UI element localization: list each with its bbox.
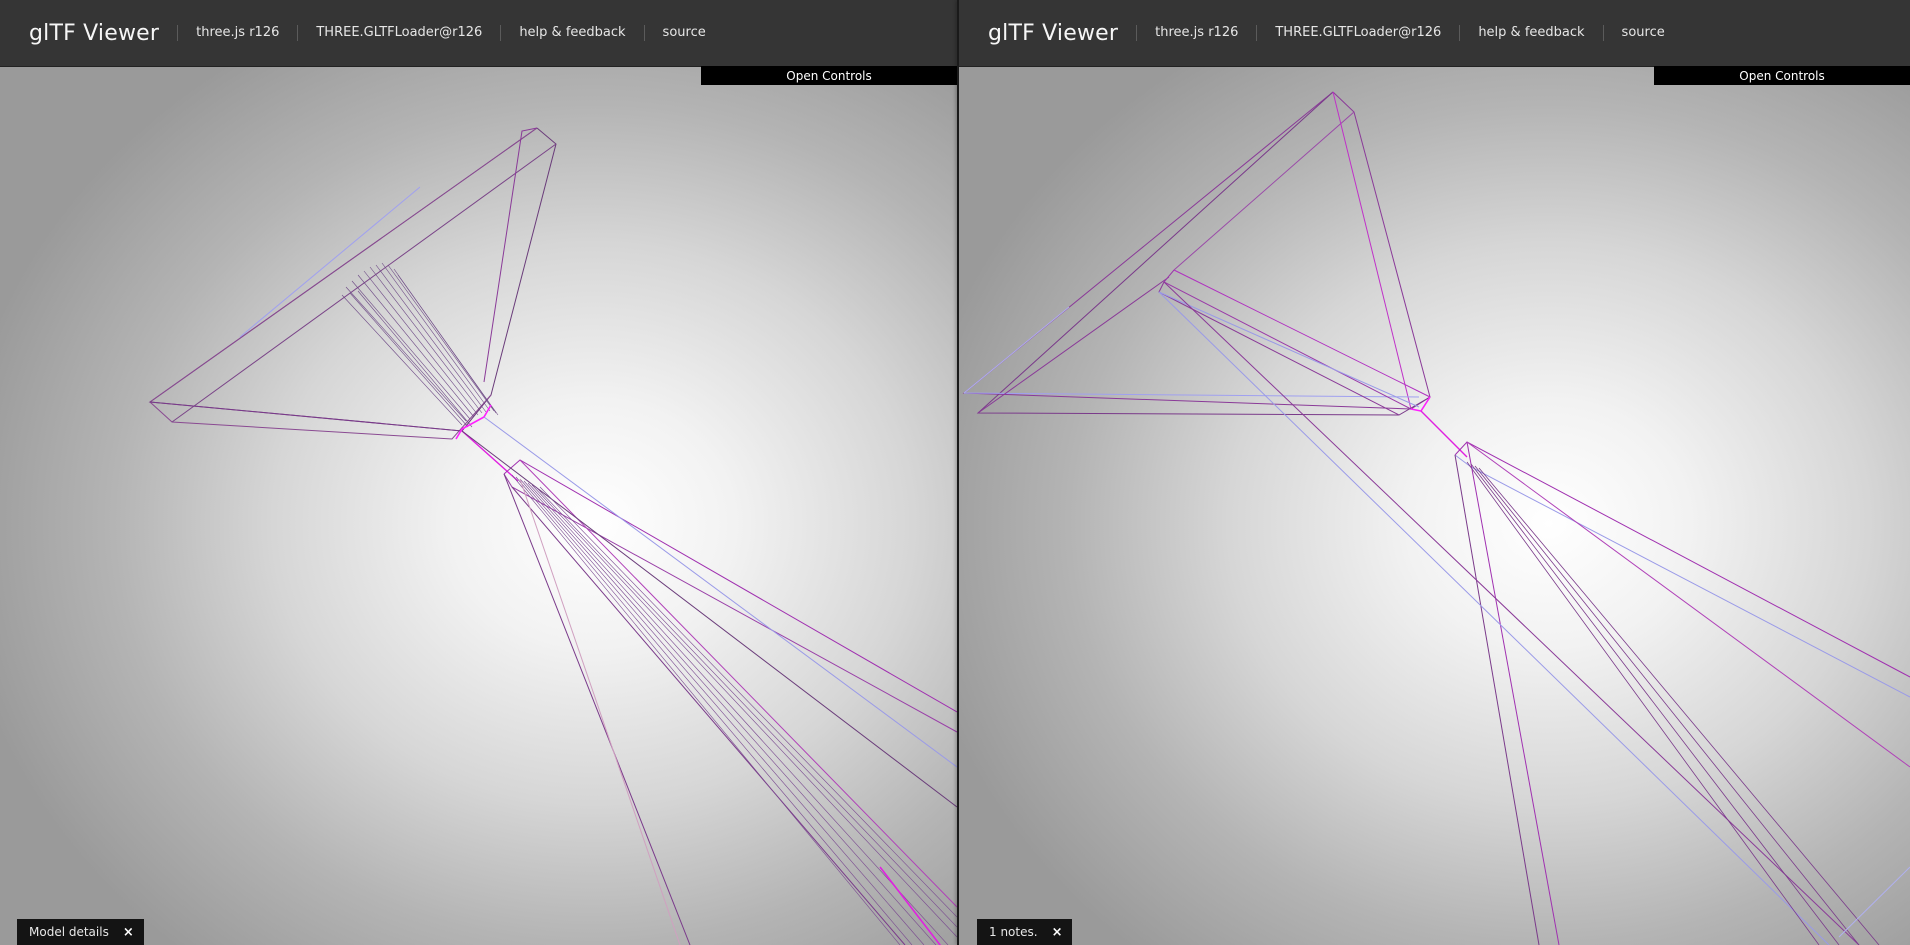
left-header: glTF Viewer three.js r126 THREE.GLTFLoad… <box>0 0 957 67</box>
close-icon[interactable]: × <box>1052 925 1063 940</box>
app-title: glTF Viewer <box>988 20 1119 46</box>
nav-source[interactable]: source <box>1602 25 1683 41</box>
model-details-panel: Model details × <box>17 919 144 945</box>
nav-source[interactable]: source <box>643 25 724 41</box>
notes-label[interactable]: 1 notes. <box>989 925 1038 939</box>
app-title: glTF Viewer <box>29 20 160 46</box>
left-viewer-pane: glTF Viewer three.js r126 THREE.GLTFLoad… <box>0 0 957 945</box>
nav-threejs-version[interactable]: three.js r126 <box>177 25 297 41</box>
model-details-label[interactable]: Model details <box>29 925 109 939</box>
left-wireframe-render <box>148 127 957 945</box>
right-header: glTF Viewer three.js r126 THREE.GLTFLoad… <box>959 0 1910 67</box>
right-viewer-pane: glTF Viewer three.js r126 THREE.GLTFLoad… <box>959 0 1910 945</box>
right-wireframe-render <box>962 91 1910 945</box>
close-icon[interactable]: × <box>123 925 134 940</box>
nav-gltfloader-version[interactable]: THREE.GLTFLoader@r126 <box>297 25 500 41</box>
notes-panel: 1 notes. × <box>977 919 1073 945</box>
nav-threejs-version[interactable]: three.js r126 <box>1136 25 1256 41</box>
open-controls-button[interactable]: Open Controls <box>1654 66 1910 85</box>
nav-gltfloader-version[interactable]: THREE.GLTFLoader@r126 <box>1256 25 1459 41</box>
nav-help-feedback[interactable]: help & feedback <box>1459 25 1602 41</box>
open-controls-button[interactable]: Open Controls <box>701 66 957 85</box>
app-root: glTF Viewer three.js r126 THREE.GLTFLoad… <box>0 0 1910 945</box>
left-3d-viewport[interactable] <box>0 67 957 945</box>
nav-help-feedback[interactable]: help & feedback <box>500 25 643 41</box>
right-3d-viewport[interactable] <box>959 67 1910 945</box>
